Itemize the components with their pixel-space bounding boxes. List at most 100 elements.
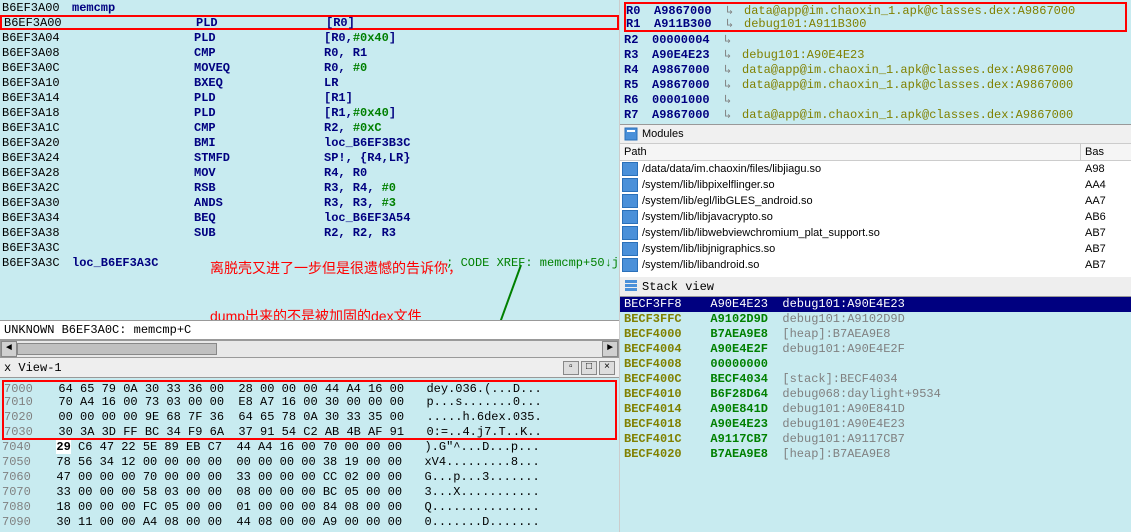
hex-row[interactable]: 7090 30 11 00 00 A4 08 00 00 44 08 00 00… — [2, 515, 617, 530]
disasm-row[interactable]: B6EF3A0CMOVEQR0, #0 — [0, 60, 619, 75]
module-path: /system/lib/egl/libGLES_android.so — [640, 195, 1081, 207]
register-row[interactable]: R1A911B300↳debug101:A911B300 — [624, 17, 1127, 32]
hex-bytes: 70 A4 16 00 73 03 00 00 E8 A7 16 00 30 0… — [44, 395, 404, 410]
disasm-row[interactable]: B6EF3A10BXEQLR — [0, 75, 619, 90]
module-row[interactable]: /system/lib/egl/libGLES_android.soAA7 — [620, 193, 1131, 209]
disasm-addr: B6EF3A18 — [0, 106, 72, 120]
stack-value: B7AEA9E8 — [696, 327, 768, 342]
register-row[interactable]: R0A9867000↳data@app@im.chaoxin_1.apk@cla… — [624, 2, 1127, 17]
stack-row[interactable]: BECF4018 A90E4E23 debug101:A90E4E23 — [620, 417, 1131, 432]
disasm-status-bar: UNKNOWN B6EF3A0C: memcmp+C — [0, 320, 619, 340]
module-path: /data/data/im.chaoxin/files/libjiagu.so — [640, 163, 1081, 175]
tab-close-button[interactable]: × — [599, 361, 615, 375]
register-row[interactable]: R7A9867000↳data@app@im.chaoxin_1.apk@cla… — [624, 107, 1127, 122]
disassembly-view[interactable]: B6EF3A00 memcmp B6EF3A00PLD[R0]B6EF3A04P… — [0, 0, 619, 320]
module-row[interactable]: /data/data/im.chaoxin/files/libjiagu.soA… — [620, 161, 1131, 177]
stack-row[interactable]: BECF401C A9117CB7 debug101:A9117CB7 — [620, 432, 1131, 447]
stack-value: A90E4E23 — [696, 417, 768, 432]
module-row[interactable]: /system/lib/libjavacrypto.soAB6 — [620, 209, 1131, 225]
stack-row[interactable]: BECF4000 B7AEA9E8 [heap]:B7AEA9E8 — [620, 327, 1131, 342]
disasm-row[interactable]: B6EF3A04PLD[R0,#0x40] — [0, 30, 619, 45]
scroll-thumb[interactable] — [17, 343, 217, 355]
hex-view[interactable]: 7000 64 65 79 0A 30 33 36 00 28 00 00 00… — [0, 378, 619, 532]
registers-view[interactable]: R0A9867000↳data@app@im.chaoxin_1.apk@cla… — [620, 0, 1131, 124]
stack-view[interactable]: BECF3FF8 A90E4E23 debug101:A90E4E23BECF3… — [620, 297, 1131, 532]
disasm-row[interactable]: B6EF3A24STMFDSP!, {R4,LR} — [0, 150, 619, 165]
hex-row[interactable]: 7050 78 56 34 12 00 00 00 00 00 00 00 00… — [2, 455, 617, 470]
scroll-right-button[interactable]: ► — [602, 341, 618, 357]
tab-minimize-button[interactable]: ▫ — [563, 361, 579, 375]
disasm-row[interactable]: B6EF3A2CRSBR3, R4, #0 — [0, 180, 619, 195]
disasm-row[interactable]: B6EF3A08CMPR0, R1 — [0, 45, 619, 60]
register-target: data@app@im.chaoxin_1.apk@classes.dex:A9… — [744, 4, 1075, 18]
disasm-operand: R0, R1 — [324, 46, 367, 60]
scroll-left-button[interactable]: ◄ — [1, 341, 17, 357]
disasm-row[interactable]: B6EF3A18PLD[R1,#0x40] — [0, 105, 619, 120]
stack-row[interactable]: BECF4020 B7AEA9E8 [heap]:B7AEA9E8 — [620, 447, 1131, 462]
disasm-row[interactable]: B6EF3A28MOVR4, R0 — [0, 165, 619, 180]
hex-bytes: 00 00 00 00 9E 68 7F 36 64 65 78 0A 30 3… — [44, 410, 404, 425]
hex-row[interactable]: 7010 70 A4 16 00 73 03 00 00 E8 A7 16 00… — [2, 395, 617, 410]
annotation-text-1: 离脱壳又进了一步但是很遗憾的告诉你， — [210, 258, 462, 278]
hex-offset: 7050 — [2, 455, 42, 470]
module-row[interactable]: /system/lib/libpixelflinger.soAA4 — [620, 177, 1131, 193]
module-row[interactable]: /system/lib/libandroid.soAB7 — [620, 257, 1131, 273]
modules-columns-header[interactable]: Path Bas — [620, 144, 1131, 161]
register-name: R6 — [624, 93, 652, 107]
hex-offset: 7020 — [4, 410, 44, 425]
disasm-mnemonic: BEQ — [194, 211, 324, 225]
stack-row[interactable]: BECF3FF8 A90E4E23 debug101:A90E4E23 — [620, 297, 1131, 312]
register-arrow-icon: ↳ — [726, 16, 744, 31]
modules-list[interactable]: /data/data/im.chaoxin/files/libjiagu.so A… — [620, 161, 1131, 273]
module-icon — [622, 242, 638, 256]
disasm-row[interactable]: B6EF3A1CCMPR2, #0xC — [0, 120, 619, 135]
tab-restore-button[interactable]: □ — [581, 361, 597, 375]
stack-target: [stack]:BECF4034 — [768, 372, 898, 387]
register-row[interactable]: R3A90E4E23↳debug101:A90E4E23 — [624, 47, 1127, 62]
disasm-row[interactable]: B6EF3A34BEQloc_B6EF3A54 — [0, 210, 619, 225]
hex-row[interactable]: 7030 30 3A 3D FF BC 34 F9 6A 37 91 54 C2… — [2, 425, 617, 440]
register-row[interactable]: R4A9867000↳data@app@im.chaoxin_1.apk@cla… — [624, 62, 1127, 77]
module-row[interactable]: /system/lib/libwebviewchromium_plat_supp… — [620, 225, 1131, 241]
disasm-addr: B6EF3A00 — [0, 1, 72, 15]
stack-row[interactable]: BECF400C BECF4034 [stack]:BECF4034 — [620, 372, 1131, 387]
hex-row[interactable]: 7070 33 00 00 00 58 03 00 00 08 00 00 00… — [2, 485, 617, 500]
hex-row[interactable]: 7080 18 00 00 00 FC 05 00 00 01 00 00 00… — [2, 500, 617, 515]
disasm-addr: B6EF3A24 — [0, 151, 72, 165]
hex-view-tab-label[interactable]: x View-1 — [4, 361, 62, 375]
disasm-addr: B6EF3A00 — [2, 16, 74, 30]
stack-row[interactable]: BECF4004 A90E4E2F debug101:A90E4E2F — [620, 342, 1131, 357]
stack-row[interactable]: BECF4014 A90E841D debug101:A90E841D — [620, 402, 1131, 417]
hex-row[interactable]: 7040 29 C6 47 22 5E 89 EB C7 44 A4 16 00… — [2, 440, 617, 455]
register-row[interactable]: R600001000↳ — [624, 92, 1127, 107]
stack-value: 00000000 — [696, 357, 768, 372]
disasm-row[interactable]: B6EF3A38SUBR2, R2, R3 — [0, 225, 619, 240]
hex-ascii: Q............... — [410, 500, 540, 515]
disasm-row[interactable]: B6EF3A00PLD[R0] — [0, 15, 619, 30]
hex-row[interactable]: 7000 64 65 79 0A 30 33 36 00 28 00 00 00… — [2, 380, 617, 395]
hex-row[interactable]: 7060 47 00 00 00 70 00 00 00 33 00 00 00… — [2, 470, 617, 485]
modules-col-path[interactable]: Path — [620, 144, 1081, 160]
register-row[interactable]: R200000004↳ — [624, 32, 1127, 47]
disasm-operand: loc_B6EF3B3C — [324, 136, 410, 150]
hex-ascii: 3...X........... — [410, 485, 540, 500]
disasm-scrollbar[interactable]: ◄ ► — [0, 340, 619, 358]
register-row[interactable]: R5A9867000↳data@app@im.chaoxin_1.apk@cla… — [624, 77, 1127, 92]
disasm-mnemonic: PLD — [196, 16, 326, 30]
hex-bytes: 33 00 00 00 58 03 00 00 08 00 00 00 BC 0… — [42, 485, 402, 500]
disasm-row[interactable]: B6EF3A14PLD[R1] — [0, 90, 619, 105]
module-base: AB7 — [1081, 227, 1131, 239]
module-row[interactable]: /system/lib/libjnigraphics.soAB7 — [620, 241, 1131, 257]
disasm-row[interactable]: B6EF3A3C — [0, 240, 619, 255]
stack-addr: BECF3FF8 — [624, 297, 696, 312]
register-value: A9867000 — [652, 108, 724, 122]
stack-row[interactable]: BECF4008 00000000 — [620, 357, 1131, 372]
stack-row[interactable]: BECF4010 B6F28D64 debug068:daylight+9534 — [620, 387, 1131, 402]
hex-bytes: 30 11 00 00 A4 08 00 00 44 08 00 00 A9 0… — [42, 515, 402, 530]
disasm-row[interactable]: B6EF3A20BMIloc_B6EF3B3C — [0, 135, 619, 150]
modules-col-base[interactable]: Bas — [1081, 144, 1131, 160]
hex-row[interactable]: 7020 00 00 00 00 9E 68 7F 36 64 65 78 0A… — [2, 410, 617, 425]
stack-addr: BECF4014 — [624, 402, 696, 417]
disasm-row[interactable]: B6EF3A30ANDSR3, R3, #3 — [0, 195, 619, 210]
stack-row[interactable]: BECF3FFC A9102D9D debug101:A9102D9D — [620, 312, 1131, 327]
